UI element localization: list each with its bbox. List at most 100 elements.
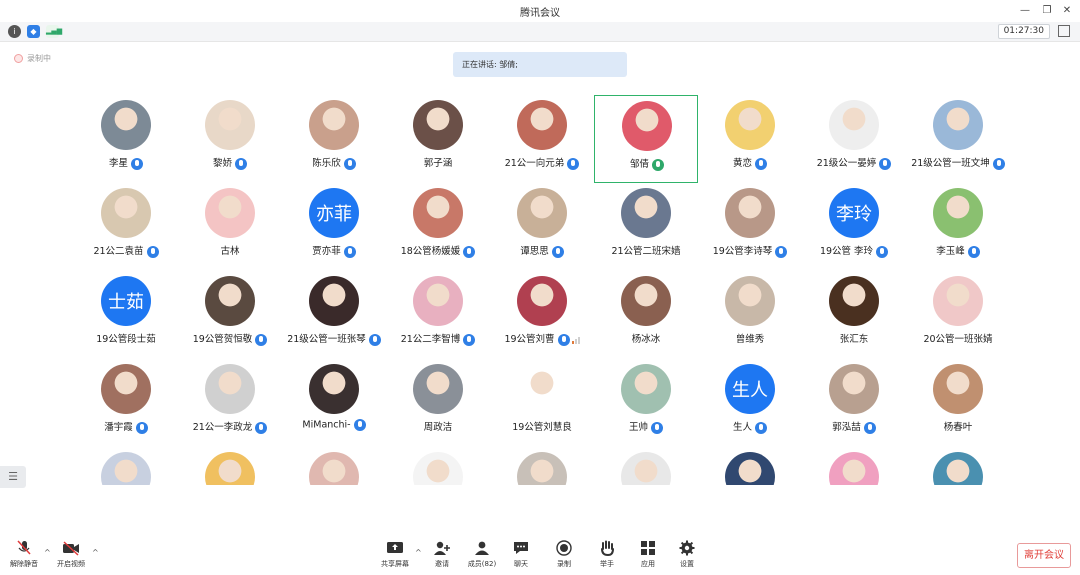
participant-tile[interactable]: 21公一向元弟 <box>490 95 594 183</box>
participant-tile[interactable]: 21公一李政龙 <box>178 359 282 447</box>
participant-name: 邹倩 <box>629 159 649 170</box>
participant-name: 曾维秀 <box>735 334 765 345</box>
participant-tile[interactable]: 李玉峰 <box>906 183 1010 271</box>
record-button[interactable]: 录制 <box>544 540 584 574</box>
share-options-caret[interactable]: ^ <box>415 548 422 557</box>
participant-tile[interactable]: 21公二李智博 <box>386 271 490 359</box>
participant-tile[interactable]: 19公管刘曹 <box>490 271 594 359</box>
participant-tile[interactable]: 王帅 <box>594 359 698 447</box>
participant-tile[interactable] <box>802 447 906 485</box>
avatar <box>933 100 983 150</box>
hand-icon <box>601 540 614 556</box>
participant-tile[interactable] <box>282 447 386 485</box>
participant-tile[interactable]: 张汇东 <box>802 271 906 359</box>
mic-icon <box>235 157 247 170</box>
raise-hand-button[interactable]: 举手 <box>587 540 627 574</box>
avatar <box>725 100 775 150</box>
participant-tile[interactable]: 21级公管一班文坤 <box>906 95 1010 183</box>
participant-tile[interactable]: 21级公一晏婷 <box>802 95 906 183</box>
mic-icon <box>755 421 767 434</box>
participant-tile[interactable]: 21级公管一班张琴 <box>282 271 386 359</box>
participant-name-row: 李玉峰 <box>896 243 1010 258</box>
list-view-toggle[interactable]: ☰ <box>0 466 26 488</box>
participant-tile[interactable]: 19公管李诗琴 <box>698 183 802 271</box>
share-screen-icon <box>387 542 403 553</box>
participant-tile[interactable]: 19公管贺恒敬 <box>178 271 282 359</box>
fullscreen-icon[interactable] <box>1058 25 1070 37</box>
chat-icon <box>514 542 528 554</box>
record-icon <box>556 540 572 556</box>
participant-tile[interactable]: 21公二袁苗 <box>74 183 178 271</box>
mic-icon <box>131 157 143 170</box>
close-button[interactable]: ✕ <box>1056 2 1078 20</box>
participant-name: 陈乐欣 <box>312 158 341 169</box>
participant-tile[interactable]: 古林 <box>178 183 282 271</box>
avatar: 亦菲 <box>309 188 359 238</box>
avatar <box>413 364 463 414</box>
participant-tile[interactable]: 士茹 19公管段士茹 <box>74 271 178 359</box>
participant-name: 21级公管一班张琴 <box>287 334 366 345</box>
participant-name: 古林 <box>220 246 240 257</box>
share-screen-button[interactable]: 共享屏幕 <box>375 540 415 574</box>
participant-tile[interactable]: 生人 生人 <box>698 359 802 447</box>
settings-button[interactable]: 设置 <box>667 540 707 574</box>
apps-button[interactable]: 应用 <box>628 540 668 574</box>
mic-icon <box>135 421 148 434</box>
participant-tile[interactable]: 郭泓喆 <box>802 359 906 447</box>
avatar <box>517 188 567 238</box>
mic-icon <box>863 421 876 434</box>
participant-tile[interactable] <box>74 447 178 485</box>
participant-tile[interactable]: 18公管杨媛媛 <box>386 183 490 271</box>
video-options-caret[interactable]: ^ <box>92 548 99 557</box>
participant-name: 李玉峰 <box>936 246 965 257</box>
shield-icon[interactable]: ◆ <box>27 25 40 38</box>
participant-tile[interactable] <box>490 447 594 485</box>
mic-icon <box>992 157 1005 170</box>
mic-icon <box>343 245 356 258</box>
participant-name: 黎娇 <box>212 158 232 169</box>
participant-tile[interactable]: 郭子涵 <box>386 95 490 183</box>
participant-tile[interactable]: 曾维秀 <box>698 271 802 359</box>
participant-tile[interactable]: 陈乐欣 <box>282 95 386 183</box>
invite-button[interactable]: 邀请 <box>422 540 462 574</box>
audio-options-caret[interactable]: ^ <box>44 548 51 557</box>
unmute-label: 解除静音 <box>10 560 38 568</box>
leave-meeting-button[interactable]: 离开会议 <box>1017 543 1071 568</box>
avatar <box>725 188 775 238</box>
participant-tile[interactable]: 谭思思 <box>490 183 594 271</box>
participant-name: 杨冰冰 <box>631 334 661 345</box>
avatar <box>829 452 879 485</box>
minimize-button[interactable]: — <box>1014 2 1036 20</box>
participant-tile[interactable]: 邹倩 <box>594 95 698 183</box>
apps-label: 应用 <box>641 560 655 568</box>
participant-tile[interactable]: 周政洁 <box>386 359 490 447</box>
avatar <box>621 364 671 414</box>
participant-tile[interactable]: 亦菲 贾亦菲 <box>282 183 386 271</box>
participant-tile[interactable]: 杨春叶 <box>906 359 1010 447</box>
avatar <box>829 100 879 150</box>
participant-tile[interactable]: 21公管二班宋嫱 <box>594 183 698 271</box>
share-screen-label: 共享屏幕 <box>381 560 409 568</box>
participant-tile[interactable]: 20公管一班张婧 <box>906 271 1010 359</box>
restore-button[interactable]: ❐ <box>1036 2 1058 20</box>
participant-tile[interactable]: 李玲 19公管 李玲 <box>802 183 906 271</box>
participant-tile[interactable]: 李星 <box>74 95 178 183</box>
participant-tile[interactable] <box>594 447 698 485</box>
participant-tile[interactable]: MiManchi- <box>282 359 386 447</box>
participant-tile[interactable]: 黎娇 <box>178 95 282 183</box>
participant-tile[interactable]: 黄恋 <box>698 95 802 183</box>
unmute-button[interactable]: 解除静音 <box>4 540 44 574</box>
start-video-button[interactable]: 开启视频 <box>51 540 91 574</box>
participant-tile[interactable] <box>386 447 490 485</box>
signal-icon[interactable]: ▂▄▆ <box>46 25 62 38</box>
participant-name: 张汇东 <box>839 334 869 345</box>
participant-tile[interactable] <box>906 447 1010 485</box>
chat-button[interactable]: 聊天 <box>501 540 541 574</box>
participant-tile[interactable] <box>698 447 802 485</box>
participant-tile[interactable]: 杨冰冰 <box>594 271 698 359</box>
participant-tile[interactable]: 潘宇霞 <box>74 359 178 447</box>
participant-tile[interactable] <box>178 447 282 485</box>
members-button[interactable]: 成员(82) <box>462 540 502 574</box>
participant-tile[interactable]: 19公管刘慧良 <box>490 359 594 447</box>
info-icon[interactable]: i <box>8 25 21 38</box>
